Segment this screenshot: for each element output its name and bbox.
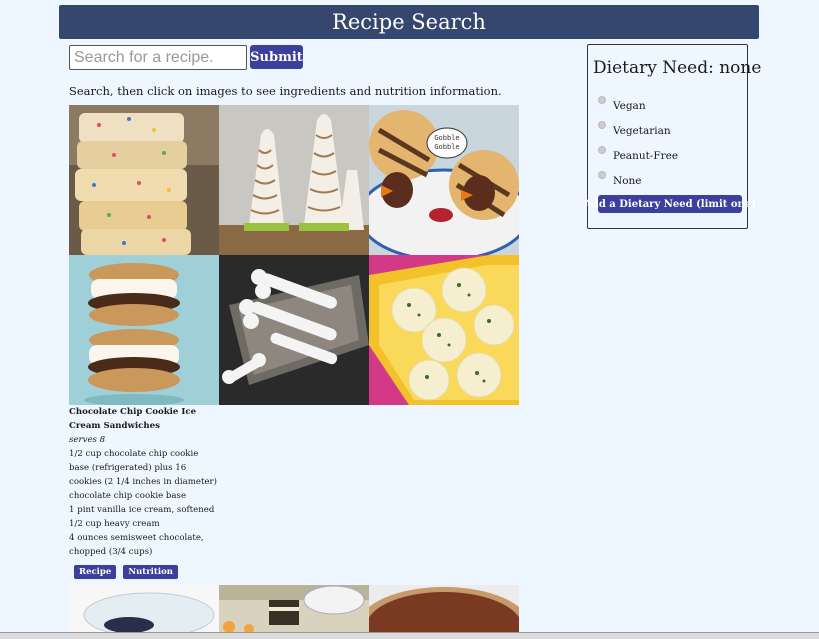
- option-label: Peanut-Free: [613, 150, 679, 162]
- page-title: Recipe Search: [332, 10, 486, 34]
- ingredient-item: 4 ounces semisweet chocolate, chopped (3…: [69, 533, 204, 557]
- radio-button[interactable]: [598, 146, 606, 154]
- recipe-image-chocolate-tart[interactable]: [369, 585, 519, 635]
- svg-text:Gobble: Gobble: [434, 134, 459, 142]
- add-dietary-need-button[interactable]: Add a Dietary Need (limit one): [584, 195, 756, 213]
- recipe-button[interactable]: Recipe: [74, 565, 117, 579]
- option-label: None: [613, 175, 642, 187]
- nutrition-button[interactable]: Nutrition: [123, 565, 178, 579]
- radio-button[interactable]: [598, 171, 606, 179]
- recipe-image-cake-bars[interactable]: [69, 105, 219, 255]
- recipe-image-shortbread-cookies[interactable]: [369, 255, 519, 405]
- radio-button[interactable]: [598, 121, 606, 129]
- recipe-image-cookie-trees[interactable]: [219, 105, 369, 255]
- option-label: Vegan: [613, 100, 646, 112]
- ingredient-item: 1/2 cup heavy cream: [69, 519, 160, 529]
- recipe-detail: Chocolate Chip Cookie Ice Cream Sandwich…: [69, 405, 219, 559]
- recipe-title: Chocolate Chip Cookie Ice Cream Sandwich…: [69, 407, 197, 431]
- recipe-serves: serves 8: [69, 435, 106, 445]
- page-header: Recipe Search: [59, 5, 759, 39]
- radio-button[interactable]: [598, 96, 606, 104]
- option-label: Vegetarian: [613, 125, 671, 137]
- recipe-image-meringue-bones[interactable]: [219, 255, 369, 405]
- submit-button[interactable]: Submit: [250, 45, 303, 69]
- recipe-image-ice-cream-sandwiches[interactable]: [69, 255, 219, 405]
- search-input[interactable]: Search for a recipe.: [69, 45, 247, 70]
- dietary-title: Dietary Need: none: [593, 58, 762, 78]
- svg-text:Gobble: Gobble: [434, 143, 459, 151]
- dietary-panel: Dietary Need: none Vegan Vegetarian Pean…: [584, 44, 761, 229]
- ingredient-item: 1 pint vanilla ice cream, softened: [69, 505, 215, 515]
- recipe-image-turkey-cookies[interactable]: Gobble Gobble: [369, 105, 519, 255]
- recipe-action-buttons: Recipe Nutrition: [74, 559, 180, 579]
- ingredient-item: 1/2 cup chocolate chip cookie base (refr…: [69, 449, 217, 501]
- recipe-image-bowl[interactable]: [69, 585, 219, 635]
- recipe-image-layered-dessert[interactable]: [219, 585, 369, 635]
- instructions-text: Search, then click on images to see ingr…: [69, 84, 502, 98]
